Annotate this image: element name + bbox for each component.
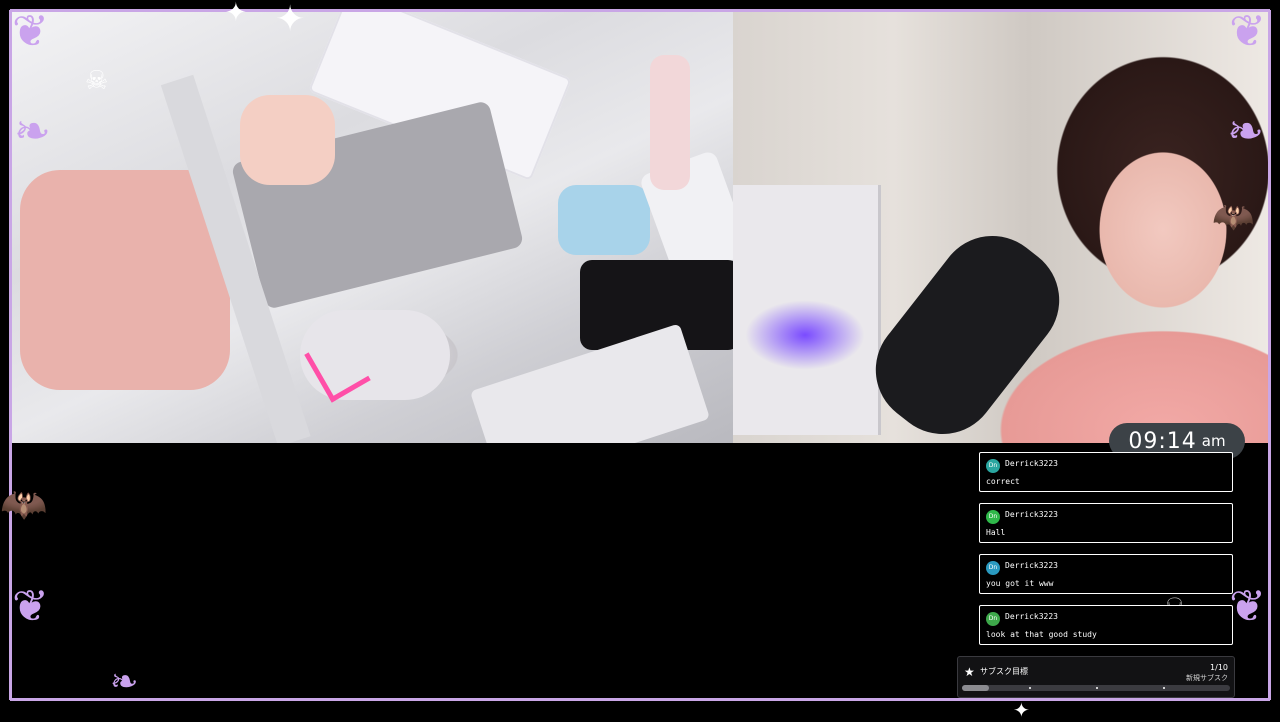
sub-goal-progress-fill: [962, 685, 989, 691]
chat-username: Derrick3223: [1005, 510, 1058, 519]
user-badge-icon: Dn: [986, 561, 1000, 575]
swirl-ornament-icon: ❦: [1229, 581, 1266, 632]
clock-period: am: [1201, 432, 1226, 450]
frame-right: [1268, 10, 1271, 700]
chat-username: Derrick3223: [1005, 561, 1058, 570]
swirl-ornament-icon: ❧: [110, 662, 139, 702]
user-badge-icon: Dn: [986, 459, 1000, 473]
chat-overlay: Dn Derrick3223 correct Dn Derrick3223 Ha…: [979, 452, 1233, 656]
chat-message: Dn Derrick3223 you got it www: [979, 554, 1233, 594]
sub-goal-title: サブスク目標: [980, 667, 1028, 676]
chat-text: correct: [986, 477, 1020, 486]
user-badge-icon: Dn: [986, 612, 1000, 626]
progress-tick: [1029, 687, 1031, 689]
user-badge-icon: Dn: [986, 510, 1000, 524]
frame-top: [10, 9, 1270, 12]
chat-text: you got it www: [986, 579, 1054, 588]
skull-icon: ☠: [85, 66, 109, 96]
sub-goal-label: 新規サブスク: [1186, 674, 1228, 682]
blue-device: [558, 185, 650, 255]
bat-icon: 🦇: [1212, 197, 1255, 237]
bat-icon: 🦇: [0, 482, 48, 526]
sparkle-icon: ✦: [225, 0, 247, 28]
chat-text: Hall: [986, 528, 1006, 537]
sub-goal-count: 1/10: [1210, 663, 1228, 672]
sub-goal-widget: ★ サブスク目標 1/10 新規サブスク: [957, 656, 1235, 698]
swirl-ornament-icon: ❧: [14, 106, 51, 157]
swirl-ornament-icon: ❦: [12, 6, 49, 57]
hand: [240, 95, 335, 185]
chat-message: Dn Derrick3223 Hall: [979, 503, 1233, 543]
chat-message: Dn Derrick3223 look at that good study: [979, 605, 1233, 645]
pink-mic-stand: [650, 55, 690, 190]
star-icon: ★: [964, 665, 975, 679]
sub-goal-progress-bar: [962, 685, 1230, 691]
chat-username: Derrick3223: [1005, 612, 1058, 621]
progress-tick: [1163, 687, 1165, 689]
chat-message: Dn Derrick3223 correct: [979, 452, 1233, 492]
pc-rgb-glow: [745, 300, 865, 370]
swirl-ornament-icon: ❦: [1229, 6, 1266, 57]
desk-camera-feed: [10, 10, 733, 443]
chat-text: look at that good study: [986, 630, 1097, 639]
sparkle-icon: ✦: [275, 0, 306, 40]
frame-bottom: [10, 698, 1270, 701]
progress-tick: [1096, 687, 1098, 689]
swirl-ornament-icon: ❦: [12, 581, 49, 632]
swirl-ornament-icon: ❧: [1227, 106, 1264, 157]
sparkle-icon: ✦: [1013, 698, 1030, 722]
clock-time: 09:14: [1128, 428, 1197, 454]
chat-username: Derrick3223: [1005, 459, 1058, 468]
